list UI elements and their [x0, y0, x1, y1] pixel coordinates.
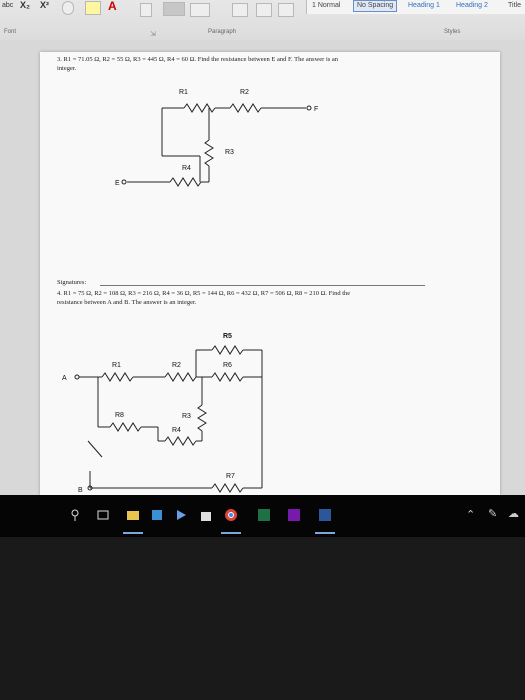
- search-icon[interactable]: [68, 508, 82, 522]
- chevron-up-icon[interactable]: ⌃: [466, 508, 475, 521]
- style-normal[interactable]: 1 Normal: [309, 0, 343, 12]
- word-icon[interactable]: [318, 508, 332, 522]
- c2-r5-label: R5: [223, 333, 232, 340]
- c2-r2-label: R2: [172, 362, 181, 369]
- c1-r4-label: R4: [182, 165, 191, 172]
- paint-bucket-icon[interactable]: [256, 3, 272, 17]
- superscript-button[interactable]: X²: [40, 0, 49, 10]
- cloud-icon[interactable]: ☁: [508, 507, 519, 520]
- question-4-text: 4. R1 = 75 Ω, R2 = 108 Ω, R3 = 216 Ω, R4…: [57, 289, 487, 307]
- chrome-icon[interactable]: [224, 508, 238, 522]
- windows-taskbar: ⌃ ✎ ☁: [0, 495, 525, 537]
- subscript-button[interactable]: X₂: [20, 0, 30, 10]
- store-icon[interactable]: [150, 508, 164, 522]
- c2-r8-label: R8: [115, 412, 124, 419]
- borders-icon[interactable]: [278, 3, 294, 17]
- c2-r3-label: R3: [182, 413, 191, 420]
- font-color-icon[interactable]: A: [108, 0, 117, 13]
- monitor-bezel: [0, 537, 525, 700]
- c2-r7-label: R7: [226, 473, 235, 480]
- pen-icon[interactable]: ✎: [488, 507, 497, 520]
- style-heading-2[interactable]: Heading 2: [453, 0, 491, 12]
- signature-line[interactable]: [100, 285, 425, 286]
- media-icon[interactable]: [174, 508, 188, 522]
- cortana-icon[interactable]: [96, 508, 110, 522]
- strikethrough-button[interactable]: abc: [2, 2, 13, 9]
- shading-icon[interactable]: [140, 3, 152, 17]
- question-4-line-2: resistance between A and B. The answer i…: [57, 299, 197, 306]
- text-effects-icon[interactable]: [62, 1, 74, 15]
- c2-r6-label: R6: [223, 362, 232, 369]
- question-4-line-1: 4. R1 = 75 Ω, R2 = 108 Ω, R3 = 216 Ω, R4…: [57, 290, 351, 297]
- align-icon[interactable]: [163, 2, 185, 16]
- c2-b-label: B: [78, 487, 83, 494]
- c1-r2-label: R2: [240, 89, 249, 96]
- c1-r1-label: R1: [179, 89, 188, 96]
- store-bag-icon[interactable]: [199, 508, 213, 522]
- style-heading-1[interactable]: Heading 1: [405, 0, 443, 12]
- style-no-spacing[interactable]: No Spacing: [353, 0, 398, 12]
- c2-a-label: A: [62, 375, 67, 382]
- justify-icon[interactable]: [190, 3, 210, 17]
- word-ribbon: abc X₂ X² A 1 Normal No Spacing Heading …: [0, 0, 525, 41]
- circuit-diagram-1: R1 R2 R3 R4 E F: [115, 89, 318, 187]
- font-group-label: Font: [4, 29, 17, 35]
- circuit-diagram-2: R1 R2 R3 R4 R5 R6 R7 R8 A B: [62, 333, 263, 494]
- active-indicator: [315, 532, 335, 534]
- highlight-icon[interactable]: [85, 1, 101, 15]
- active-indicator: [221, 532, 241, 534]
- onenote-icon[interactable]: [287, 508, 301, 522]
- document-page[interactable]: 3. R1 = 71.05 Ω, R2 = 55 Ω, R3 = 445 Ω, …: [40, 52, 500, 495]
- styles-group-label: Styles: [444, 29, 461, 35]
- active-indicator: [123, 532, 143, 534]
- c2-r1-label: R1: [112, 362, 121, 369]
- c2-r4-label: R4: [172, 427, 181, 434]
- file-explorer-icon[interactable]: [126, 508, 140, 522]
- signatures-label: Signatures:: [57, 279, 87, 286]
- c1-e-label: E: [115, 180, 120, 187]
- c1-f-label: F: [314, 106, 318, 113]
- document-area: 3. R1 = 71.05 Ω, R2 = 55 Ω, R3 = 445 Ω, …: [0, 40, 525, 495]
- paragraph-group-label: Paragraph: [208, 29, 237, 35]
- line-spacing-icon[interactable]: [232, 3, 248, 17]
- style-title[interactable]: Title: [505, 0, 524, 12]
- c1-r3-label: R3: [225, 149, 234, 156]
- dialog-launcher-icon[interactable]: ⇲: [150, 30, 156, 38]
- excel-icon[interactable]: [257, 508, 271, 522]
